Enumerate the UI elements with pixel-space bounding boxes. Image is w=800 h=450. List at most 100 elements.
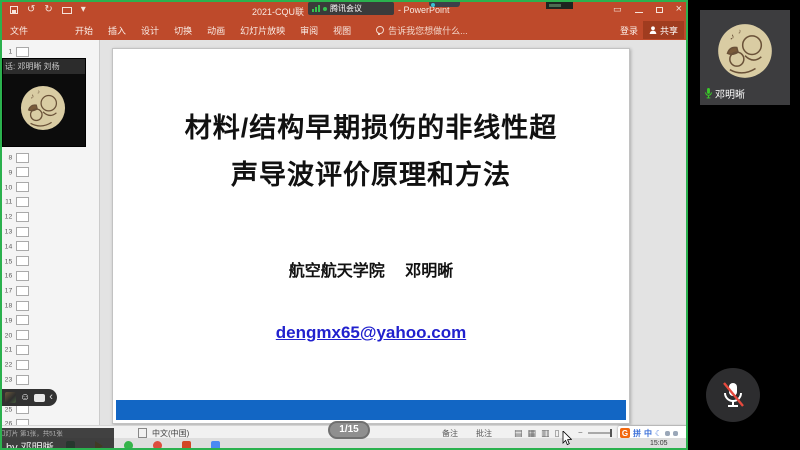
share-button[interactable]: 共享 <box>643 21 684 39</box>
sogou-chinese-mode[interactable]: 中 <box>644 428 652 439</box>
qat-dropdown-icon[interactable]: ▾ <box>81 5 86 15</box>
view-icon-0[interactable]: ▤ <box>514 428 523 438</box>
ribbon-options-icon[interactable]: ▭ <box>613 4 622 15</box>
sogou-settings-icon[interactable] <box>673 431 678 436</box>
svg-text:♪: ♪ <box>730 31 735 41</box>
slide-canvas[interactable]: 材料/结构早期损伤的非线性超 声导波评价原理和方法 航空航天学院 邓明晰 den… <box>112 48 630 424</box>
zoom-out-icon[interactable]: − <box>578 428 583 437</box>
slide-thumbnail[interactable] <box>16 182 29 192</box>
zoom-slider-track[interactable] <box>588 432 612 434</box>
view-icon-3[interactable]: ▯ <box>555 428 560 438</box>
slide-number: 15 <box>4 257 13 265</box>
participant-video-tile[interactable]: ♪ ♪ 邓明晰 <box>700 10 790 105</box>
slide-title-line2: 声导波评价原理和方法 <box>113 152 629 199</box>
meeting-side-panel: ♪ ♪ 邓明晰 <box>690 0 800 450</box>
slide-thumbnail[interactable] <box>16 197 29 207</box>
slide-thumb-12[interactable]: 12 <box>3 211 29 222</box>
slide-thumbnail[interactable] <box>16 315 29 325</box>
slide-thumb-17[interactable]: 17 <box>3 285 29 296</box>
slide-thumbnail[interactable] <box>16 330 29 340</box>
ribbon-tab-0[interactable]: 文件 <box>10 24 28 37</box>
green-browser-icon[interactable] <box>124 441 133 450</box>
save-icon[interactable] <box>10 6 18 14</box>
undo-icon[interactable]: ↺ <box>27 5 35 15</box>
keyboard-icon[interactable] <box>34 394 45 402</box>
zoom-slider-thumb[interactable] <box>610 429 612 437</box>
view-icon-1[interactable]: ▦ <box>528 428 537 438</box>
login-button[interactable]: 登录 <box>620 24 638 37</box>
ribbon-tab-8[interactable]: 视图 <box>333 24 351 37</box>
slide-thumb-10[interactable]: 10 <box>3 182 29 193</box>
slide-author: 航空航天学院 邓明晰 <box>113 257 629 281</box>
ribbon-tab-6[interactable]: 幻灯片放映 <box>240 24 285 37</box>
slide-thumb-22[interactable]: 22 <box>3 359 29 370</box>
slide-thumb-18[interactable]: 18 <box>3 300 29 311</box>
minimize-icon[interactable] <box>635 12 643 13</box>
ribbon-tab-1[interactable]: 开始 <box>75 24 93 37</box>
slide-number: 25 <box>4 405 13 413</box>
blue-app-icon[interactable] <box>211 441 220 450</box>
slide-thumbnail[interactable] <box>16 375 29 385</box>
slide-thumb-20[interactable]: 20 <box>3 330 29 341</box>
slide-thumbnail[interactable] <box>16 286 29 296</box>
slide-number: 18 <box>4 302 13 310</box>
close-icon[interactable]: × <box>676 4 682 15</box>
slide-thumb-15[interactable]: 15 <box>3 256 29 267</box>
slide-number: 14 <box>4 242 13 250</box>
slide-thumb-13[interactable]: 13 <box>3 226 29 237</box>
participant-name: 邓明晰 <box>715 86 745 101</box>
mute-toggle-button[interactable] <box>706 368 760 422</box>
slide-thumbnail[interactable] <box>16 301 29 311</box>
slide-thumbnail[interactable] <box>16 212 29 222</box>
tell-me-box[interactable]: 告诉我您想做什么... <box>376 24 468 37</box>
view-icon-2[interactable]: ▥ <box>541 428 550 438</box>
slide-thumb-1[interactable]: 1 <box>3 46 29 57</box>
top-camera-preview[interactable] <box>546 2 573 9</box>
powerpoint-taskbar-icon[interactable] <box>182 441 191 450</box>
slide-thumbnail[interactable] <box>16 271 29 281</box>
ribbon-tab-2[interactable]: 插入 <box>108 24 126 37</box>
sogou-tool-icon[interactable] <box>665 431 670 436</box>
collapse-chevron-icon[interactable]: ‹ <box>49 392 53 403</box>
slide-thumbnail[interactable] <box>16 241 29 251</box>
slide-thumbnail[interactable] <box>16 47 29 57</box>
chrome-browser-icon[interactable] <box>153 441 162 450</box>
share-button-label: 共享 <box>660 24 678 37</box>
meeting-floating-toolbar[interactable]: ☺ ‹ <box>2 389 57 406</box>
ribbon-tab-5[interactable]: 动画 <box>207 24 225 37</box>
slide-thumbnail[interactable] <box>16 360 29 370</box>
slide-thumb-19[interactable]: 19 <box>3 315 29 326</box>
slide-thumbnail[interactable] <box>16 256 29 266</box>
proofing-icon[interactable] <box>138 428 147 438</box>
top-slider-overlay[interactable] <box>429 2 460 7</box>
slide-thumb-16[interactable]: 16 <box>3 270 29 281</box>
slide-thumb-11[interactable]: 11 <box>3 196 29 207</box>
redo-icon[interactable]: ↻ <box>44 5 52 15</box>
meeting-thumbnail-chip[interactable] <box>5 392 16 403</box>
ribbon-tab-3[interactable]: 设计 <box>141 24 159 37</box>
ribbon-tab-7[interactable]: 审阅 <box>300 24 318 37</box>
sogou-logo-icon[interactable]: G <box>620 428 630 438</box>
ribbon-tab-4[interactable]: 切换 <box>174 24 192 37</box>
slide-thumbnail[interactable] <box>16 345 29 355</box>
slide-thumb-23[interactable]: 23 <box>3 374 29 385</box>
slide-thumb-14[interactable]: 14 <box>3 241 29 252</box>
sogou-pinyin-mode[interactable]: 拼 <box>633 428 641 439</box>
participant-nametag: 邓明晰 <box>704 86 745 101</box>
slideshow-icon[interactable] <box>62 7 72 14</box>
slide-thumb-21[interactable]: 21 <box>3 344 29 355</box>
emoji-icon[interactable]: ☺ <box>20 393 30 403</box>
taskbar-clock[interactable]: 15:05 <box>650 440 668 447</box>
restore-icon[interactable] <box>656 7 663 13</box>
page-indicator-badge: 1/15 <box>328 421 370 439</box>
slide-email-link[interactable]: dengmx65@yahoo.com <box>113 323 629 343</box>
slide-thumb-9[interactable]: 9 <box>3 167 29 178</box>
sogou-moon-icon[interactable]: ☾ <box>655 429 662 438</box>
tencent-meeting-badge[interactable]: 腾讯会议 <box>308 2 394 15</box>
speaking-participant-overlay[interactable]: 话: 邓明晰 刘杨 ♪ ♪ <box>2 58 86 147</box>
slide-thumbnail[interactable] <box>16 167 29 177</box>
slide-thumb-8[interactable]: 8 <box>3 152 29 163</box>
slide-thumbnail[interactable] <box>16 227 29 237</box>
window-title-left: 2021-CQU联 <box>252 5 304 18</box>
slide-thumbnail[interactable] <box>16 153 29 163</box>
